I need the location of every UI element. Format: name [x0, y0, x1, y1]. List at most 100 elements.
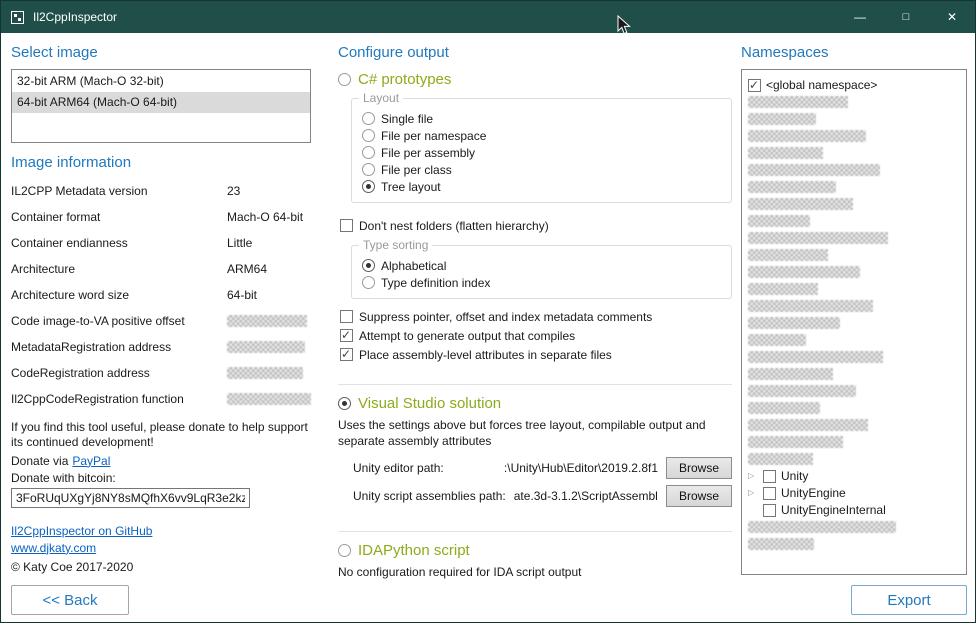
- redacted-namespace: [748, 130, 866, 142]
- namespace-item[interactable]: [748, 230, 960, 246]
- info-value: [227, 341, 311, 353]
- info-label: Architecture word size: [11, 288, 227, 302]
- namespace-item[interactable]: [748, 434, 960, 450]
- info-value: 23: [227, 184, 311, 198]
- namespace-label: Unity: [781, 469, 808, 483]
- info-row: IL2CPP Metadata version23: [11, 178, 311, 204]
- browse-button[interactable]: Browse: [666, 485, 732, 507]
- vs-fields: Unity editor path::\Unity\Hub\Editor\201…: [338, 457, 732, 507]
- radio-option[interactable]: Tree layout: [362, 178, 721, 195]
- namespace-item[interactable]: [748, 111, 960, 127]
- namespace-item[interactable]: [748, 519, 960, 535]
- namespace-item[interactable]: [748, 162, 960, 178]
- minimize-button[interactable]: —: [837, 1, 883, 33]
- namespace-item[interactable]: [748, 264, 960, 280]
- namespace-item[interactable]: [748, 298, 960, 314]
- option-visual-studio[interactable]: Visual Studio solution: [338, 395, 732, 412]
- separator: [338, 384, 732, 385]
- radio-icon: [362, 129, 375, 142]
- option-label: C# prototypes: [358, 71, 451, 88]
- namespace-checkbox[interactable]: [748, 79, 761, 92]
- namespace-item[interactable]: ▷ UnityEngine: [748, 485, 960, 501]
- namespace-item[interactable]: [748, 145, 960, 161]
- namespace-item[interactable]: [748, 536, 960, 552]
- radio-option[interactable]: Single file: [362, 110, 721, 127]
- redacted-namespace: [748, 385, 856, 397]
- namespace-checkbox[interactable]: [763, 470, 776, 483]
- redacted-namespace: [748, 266, 860, 278]
- namespace-item[interactable]: [748, 349, 960, 365]
- radio-label: Type definition index: [381, 276, 490, 290]
- maximize-button[interactable]: □: [883, 1, 929, 33]
- namespace-item[interactable]: [748, 366, 960, 382]
- radio-option[interactable]: Type definition index: [362, 274, 721, 291]
- github-link[interactable]: Il2CppInspector on GitHub: [11, 524, 152, 538]
- image-list-item[interactable]: 64-bit ARM64 (Mach-O 64-bit): [12, 92, 310, 113]
- website-link[interactable]: www.djkaty.com: [11, 541, 96, 555]
- redacted-namespace: [748, 181, 836, 193]
- namespace-item[interactable]: [748, 213, 960, 229]
- checkbox-option[interactable]: Attempt to generate output that compiles: [340, 326, 732, 345]
- checkbox-label: Suppress pointer, offset and index metad…: [359, 310, 652, 324]
- namespace-item[interactable]: [748, 128, 960, 144]
- namespace-item[interactable]: [748, 196, 960, 212]
- namespace-item[interactable]: [748, 94, 960, 110]
- option-label: Visual Studio solution: [358, 395, 501, 412]
- expander-icon[interactable]: ▷: [748, 489, 758, 497]
- radio-label: Single file: [381, 112, 433, 126]
- info-row: Architecture word size64-bit: [11, 282, 311, 308]
- redacted-namespace: [748, 113, 816, 125]
- namespace-item[interactable]: ▷ Unity: [748, 468, 960, 484]
- namespace-item[interactable]: <global namespace>: [748, 77, 960, 93]
- back-button[interactable]: << Back: [11, 585, 129, 615]
- main-content: Select image 32-bit ARM (Mach-O 32-bit)6…: [1, 33, 975, 622]
- checkbox-option[interactable]: Suppress pointer, offset and index metad…: [340, 307, 732, 326]
- namespace-item[interactable]: [748, 332, 960, 348]
- namespace-item[interactable]: [748, 383, 960, 399]
- image-list-item[interactable]: 32-bit ARM (Mach-O 32-bit): [12, 71, 310, 92]
- dont-nest-checkbox[interactable]: Don't nest folders (flatten hierarchy): [340, 216, 732, 235]
- radio-option[interactable]: File per assembly: [362, 144, 721, 161]
- info-value: Mach-O 64-bit: [227, 210, 311, 224]
- info-label: Container format: [11, 210, 227, 224]
- namespace-list[interactable]: <global namespace> ▷ Unity ▷ UnityEngine Unit…: [741, 69, 967, 575]
- links-block: Il2CppInspector on GitHub www.djkaty.com…: [11, 521, 311, 574]
- copyright-text: © Katy Coe 2017-2020: [11, 560, 311, 574]
- namespace-item[interactable]: [748, 400, 960, 416]
- option-idapython[interactable]: IDAPython script: [338, 542, 732, 559]
- checkbox-icon: [340, 348, 353, 361]
- namespace-item[interactable]: [748, 417, 960, 433]
- info-label: Container endianness: [11, 236, 227, 250]
- namespace-item[interactable]: [748, 281, 960, 297]
- browse-button[interactable]: Browse: [666, 457, 732, 479]
- redacted-namespace: [748, 215, 810, 227]
- namespace-checkbox[interactable]: [763, 504, 776, 517]
- export-button[interactable]: Export: [851, 585, 967, 615]
- bitcoin-address-input[interactable]: [11, 488, 250, 508]
- namespace-item[interactable]: UnityEngineInternal: [748, 502, 960, 518]
- namespace-checkbox[interactable]: [763, 487, 776, 500]
- configure-panel: Configure output C# prototypes Layout Si…: [338, 33, 732, 622]
- namespace-item[interactable]: [748, 315, 960, 331]
- radio-option[interactable]: File per namespace: [362, 127, 721, 144]
- app-window: Il2CppInspector — □ ✕ Select image 32-bi…: [0, 0, 976, 623]
- namespace-item[interactable]: [748, 451, 960, 467]
- radio-icon: [338, 397, 351, 410]
- radio-option[interactable]: File per class: [362, 161, 721, 178]
- redacted-namespace: [748, 317, 840, 329]
- namespace-item[interactable]: [748, 247, 960, 263]
- namespace-item[interactable]: [748, 179, 960, 195]
- titlebar[interactable]: Il2CppInspector — □ ✕: [1, 1, 975, 33]
- image-listbox[interactable]: 32-bit ARM (Mach-O 32-bit)64-bit ARM64 (…: [11, 69, 311, 143]
- configure-output-heading: Configure output: [338, 44, 732, 61]
- checkbox-option[interactable]: Place assembly-level attributes in separ…: [340, 345, 732, 364]
- namespace-label: UnityEngine: [781, 486, 846, 500]
- namespace-label: UnityEngineInternal: [781, 503, 886, 517]
- radio-option[interactable]: Alphabetical: [362, 257, 721, 274]
- paypal-link[interactable]: PayPal: [72, 454, 110, 468]
- info-row: Container formatMach-O 64-bit: [11, 204, 311, 230]
- expander-icon[interactable]: ▷: [748, 472, 758, 480]
- radio-label: Tree layout: [381, 180, 441, 194]
- close-button[interactable]: ✕: [929, 1, 975, 33]
- option-csharp-prototypes[interactable]: C# prototypes: [338, 71, 732, 88]
